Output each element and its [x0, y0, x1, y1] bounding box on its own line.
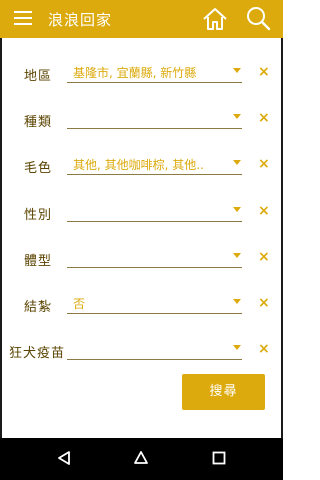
filter-label-region: 地區	[24, 69, 53, 84]
filter-row-species: 種類 ×	[0, 99, 283, 139]
home-circle-icon[interactable]	[133, 450, 149, 466]
species-select[interactable]	[67, 106, 242, 129]
neutered-select[interactable]: 否	[67, 291, 242, 314]
filter-row-coat-color: 毛色 其他, 其他咖啡棕, 其他.. ×	[0, 145, 283, 185]
filter-row-body-size: 體型 ×	[0, 238, 283, 278]
search-icon[interactable]	[245, 5, 271, 31]
dropdown-caret-icon	[233, 160, 241, 165]
recent-apps-icon[interactable]	[211, 450, 227, 466]
neutered-select-value: 否	[73, 297, 86, 311]
dropdown-caret-icon	[233, 345, 241, 350]
clear-region-button[interactable]: ×	[258, 64, 270, 80]
dropdown-caret-icon	[233, 253, 241, 258]
search-button[interactable]: 搜尋	[182, 374, 265, 410]
rabies-vaccine-select[interactable]	[67, 337, 242, 360]
system-nav-bar	[0, 438, 283, 480]
coat-color-select[interactable]: 其他, 其他咖啡棕, 其他..	[67, 152, 242, 175]
filter-row-region: 地區 基隆市, 宜蘭縣, 新竹縣 ×	[0, 53, 283, 93]
hamburger-menu-icon[interactable]	[14, 11, 32, 27]
clear-rabies-vaccine-button[interactable]: ×	[258, 341, 270, 357]
filter-label-coat-color: 毛色	[24, 161, 53, 176]
filter-row-sex: 性別 ×	[0, 192, 283, 232]
region-select[interactable]: 基隆市, 宜蘭縣, 新竹縣	[67, 60, 242, 83]
app-title: 浪浪回家	[48, 11, 113, 29]
dropdown-caret-icon	[233, 114, 241, 119]
filter-label-body-size: 體型	[24, 254, 53, 269]
dropdown-caret-icon	[233, 68, 241, 73]
filter-label-neutered: 結紮	[24, 300, 53, 315]
coat-color-select-value: 其他, 其他咖啡棕, 其他..	[73, 158, 204, 172]
clear-species-button[interactable]: ×	[258, 110, 270, 126]
body-size-select[interactable]	[67, 245, 242, 268]
back-triangle-icon[interactable]	[56, 450, 72, 466]
app-bar: 浪浪回家	[0, 0, 283, 38]
home-icon[interactable]	[202, 6, 228, 32]
clear-sex-button[interactable]: ×	[258, 203, 270, 219]
filter-label-species: 種類	[24, 115, 53, 130]
filter-row-neutered: 結紮 否 ×	[0, 284, 283, 324]
dropdown-caret-icon	[233, 207, 241, 212]
filter-label-rabies-vaccine: 狂犬疫苗	[9, 346, 66, 361]
filter-label-sex: 性別	[24, 208, 53, 223]
dropdown-caret-icon	[233, 299, 241, 304]
filter-row-rabies-vaccine: 狂犬疫苗 ×	[0, 330, 283, 370]
clear-coat-color-button[interactable]: ×	[258, 156, 270, 172]
clear-neutered-button[interactable]: ×	[258, 295, 270, 311]
sex-select[interactable]	[67, 199, 242, 222]
clear-body-size-button[interactable]: ×	[258, 249, 270, 265]
region-select-value: 基隆市, 宜蘭縣, 新竹縣	[73, 66, 197, 80]
